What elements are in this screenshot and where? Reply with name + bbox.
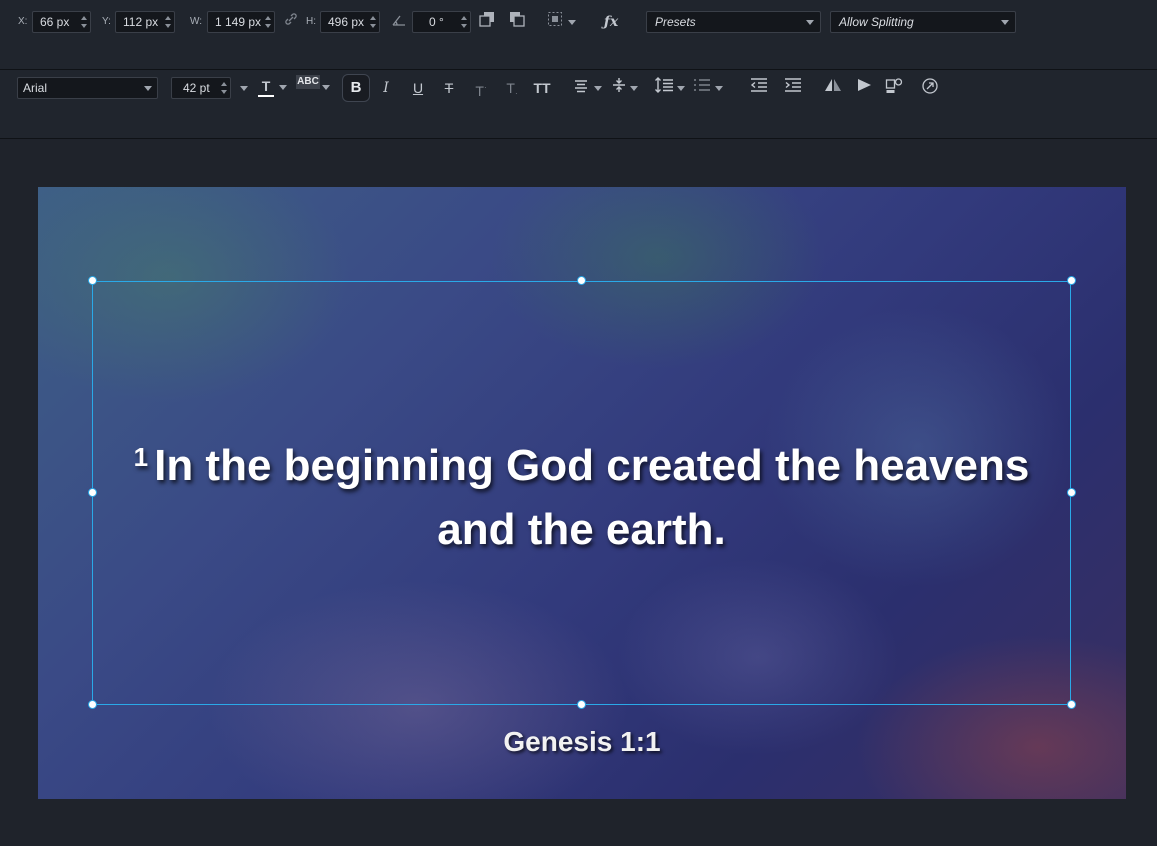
align-object-caret-icon[interactable] [568, 20, 576, 25]
text-color-button[interactable]: T [258, 77, 274, 97]
height-input[interactable]: 496 px [320, 11, 380, 33]
height-spinner-icon[interactable] [370, 14, 377, 30]
font-size-spinner-icon[interactable] [221, 80, 228, 96]
decrease-indent-icon[interactable] [749, 77, 769, 99]
resize-handle-bottom[interactable] [577, 700, 586, 709]
text-direction-icon[interactable] [855, 77, 875, 99]
y-spinner-icon[interactable] [165, 14, 172, 30]
text-box-options-icon[interactable] [884, 77, 904, 99]
x-position-value: 66 px [40, 15, 70, 29]
superscript-button[interactable]: T· [472, 77, 490, 99]
highlight-caret-icon[interactable] [322, 85, 330, 90]
bold-button[interactable]: B [342, 74, 370, 102]
resize-handle-bottom-left[interactable] [88, 700, 97, 709]
font-family-value: Arial [23, 81, 48, 95]
height-value: 496 px [328, 15, 365, 29]
y-position-value: 112 px [123, 15, 159, 29]
all-caps-button[interactable]: TT [530, 77, 554, 99]
allow-splitting-dropdown[interactable]: Allow Splitting [830, 11, 1016, 33]
text-color-caret-icon[interactable] [279, 85, 287, 90]
x-label: X: [18, 16, 28, 27]
w-label: W: [190, 16, 203, 27]
presets-chevron-down-icon [806, 20, 814, 25]
increase-indent-icon[interactable] [783, 77, 803, 99]
subscript-label: T [506, 80, 515, 96]
resize-handle-top-left[interactable] [88, 276, 97, 285]
superscript-marker-icon: · [483, 83, 487, 92]
width-value: 1 149 px [215, 15, 262, 29]
line-spacing-icon[interactable] [653, 77, 675, 99]
x-position-input[interactable]: 66 px [32, 11, 91, 33]
allow-splitting-label: Allow Splitting [839, 15, 914, 29]
width-spinner-icon[interactable] [265, 14, 272, 30]
flip-horizontal-icon[interactable] [823, 77, 843, 99]
verse-text: In the beginning God created the heavens… [154, 441, 1030, 554]
horizontal-align-caret-icon[interactable] [594, 86, 602, 91]
line-spacing-caret-icon[interactable] [677, 86, 685, 91]
bullet-list-icon[interactable] [692, 77, 712, 99]
rotation-icon [389, 11, 409, 33]
font-size-value: 42 pt [183, 81, 210, 95]
superscript-label: T [475, 83, 484, 99]
h-label: H: [306, 16, 316, 27]
text-effects-icon[interactable] [920, 77, 940, 99]
scripture-reference[interactable]: Genesis 1:1 [38, 726, 1126, 758]
resize-handle-bottom-right[interactable] [1067, 700, 1076, 709]
link-aspect-icon[interactable] [283, 11, 299, 33]
width-input[interactable]: 1 149 px [207, 11, 275, 33]
font-family-dropdown[interactable]: Arial [17, 77, 158, 99]
highlight-color-button[interactable]: ABC [296, 75, 320, 89]
send-backward-icon[interactable] [508, 11, 526, 33]
italic-button[interactable]: I [378, 77, 394, 99]
verse-text-box[interactable]: 1 In the beginning God created the heaven… [92, 425, 1071, 562]
subscript-button[interactable]: T· [503, 77, 521, 99]
presets-dropdown[interactable]: Presets [646, 11, 821, 33]
y-position-input[interactable]: 112 px [115, 11, 175, 33]
subscript-marker-icon: · [514, 89, 518, 98]
rotation-spinner-icon[interactable] [461, 14, 468, 30]
rotation-value: 0 ° [429, 15, 444, 29]
font-family-chevron-down-icon [144, 86, 152, 91]
horizontal-align-icon[interactable] [572, 77, 590, 99]
rotation-input[interactable]: 0 ° [412, 11, 471, 33]
strikethrough-button[interactable]: T [441, 77, 457, 99]
bullet-list-caret-icon[interactable] [715, 86, 723, 91]
x-spinner-icon[interactable] [81, 14, 88, 30]
resize-handle-top-right[interactable] [1067, 276, 1076, 285]
verse-number: 1 [133, 442, 149, 472]
vertical-align-caret-icon[interactable] [630, 86, 638, 91]
align-object-icon[interactable] [546, 11, 564, 33]
allow-splitting-chevron-down-icon [1001, 20, 1009, 25]
presets-label: Presets [655, 15, 696, 29]
font-size-caret-icon[interactable] [240, 86, 248, 91]
vertical-align-icon[interactable] [610, 77, 628, 99]
underline-button[interactable]: U [410, 77, 426, 99]
y-label: Y: [102, 16, 111, 27]
effects-fx-icon[interactable]: ƒx [598, 11, 624, 33]
bring-forward-icon[interactable] [478, 11, 496, 33]
font-size-input[interactable]: 42 pt [171, 77, 231, 99]
resize-handle-top[interactable] [577, 276, 586, 285]
